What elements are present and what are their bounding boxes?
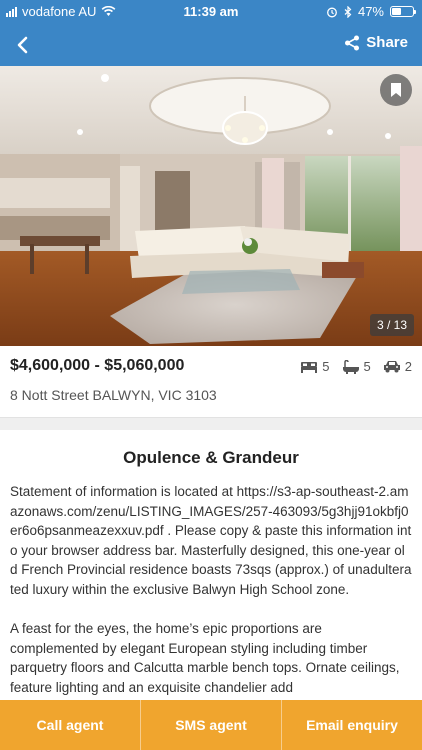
parking-count: 2 [404,359,412,374]
status-right: 47% [326,4,416,19]
chevron-left-icon [17,36,28,54]
bookmark-button[interactable] [380,74,412,106]
battery-percent: 47% [357,4,384,19]
action-bar: Call agent SMS agent Email enquiry [0,700,422,750]
description-section[interactable]: Opulence & Grandeur Statement of informa… [0,430,422,700]
bath-icon [342,359,359,374]
living-room-photo [0,66,422,346]
description-headline: Opulence & Grandeur [123,448,299,467]
section-divider [0,418,422,430]
bathrooms-feature: 5 [342,359,371,374]
photo-counter: 3 / 13 [369,314,414,336]
bed-icon [301,361,318,373]
bathrooms-count: 5 [363,359,371,374]
call-agent-button[interactable]: Call agent [0,700,141,750]
share-label: Share [366,34,408,51]
back-button[interactable] [10,32,36,58]
nav-bar: Share [0,24,422,66]
description-paragraph-2: A feast for the eyes, the home’s epic pr… [10,621,400,695]
listing-photo[interactable]: 3 / 13 [0,66,422,346]
alarm-icon [327,7,337,17]
status-bar: vodafone AU 11:39 am 47% [0,0,422,24]
property-features: 5 5 2 [292,359,412,374]
email-enquiry-button[interactable]: Email enquiry [282,700,422,750]
car-icon [383,361,400,373]
battery-icon [390,6,416,17]
price-card: $4,600,000 - $5,060,000 5 5 2 8 Nott Str… [0,346,422,418]
bedrooms-count: 5 [322,359,330,374]
bedrooms-feature: 5 [300,359,330,374]
description-paragraph-1: Statement of information is located at h… [10,484,412,597]
share-button[interactable]: Share [344,34,408,51]
battery-fill [392,8,402,15]
sms-agent-button[interactable]: SMS agent [141,700,282,750]
bookmark-icon [391,83,401,97]
bluetooth-icon [344,5,352,18]
share-icon [345,35,360,50]
property-address: 8 Nott Street BALWYN, VIC 3103 [10,387,217,403]
parking-feature: 2 [383,359,412,374]
price-range: $4,600,000 - $5,060,000 [10,357,185,374]
